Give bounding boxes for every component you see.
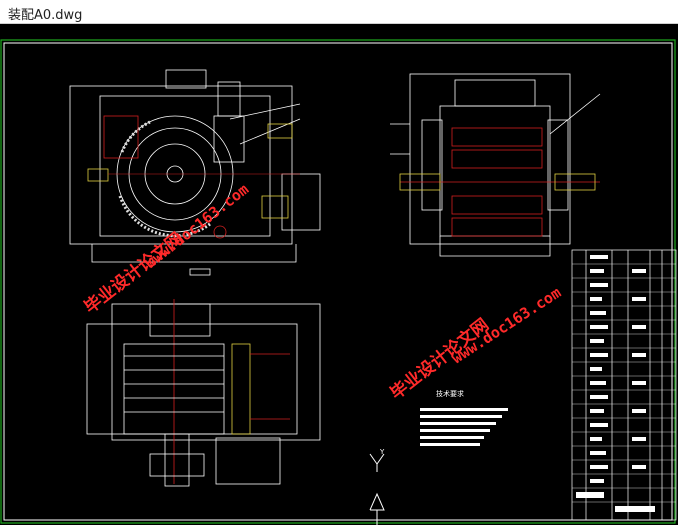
side-section-view bbox=[390, 73, 601, 257]
drawing-frame bbox=[0, 39, 676, 524]
notes-heading: 技术要求 bbox=[436, 389, 464, 398]
watermark-url: www.doc163.com bbox=[141, 180, 252, 272]
technical-notes: 技术要求 bbox=[420, 389, 508, 446]
cad-canvas[interactable]: 技术要求 Y 毕业设计论文网 www.doc163.com 毕业设计论文网 ww… bbox=[0, 24, 678, 525]
plan-view bbox=[86, 299, 321, 487]
window-titlebar: 装配A0.dwg bbox=[0, 0, 678, 24]
parts-list-table bbox=[571, 249, 677, 521]
front-section-view bbox=[69, 69, 321, 276]
ucs-y-label: Y bbox=[379, 448, 385, 456]
drawing-viewport[interactable]: 技术要求 Y 毕业设计论文网 www.doc163.com 毕业设计论文网 ww… bbox=[0, 24, 678, 525]
window-title: 装配A0.dwg bbox=[8, 8, 83, 23]
ucs-icon bbox=[369, 453, 385, 525]
